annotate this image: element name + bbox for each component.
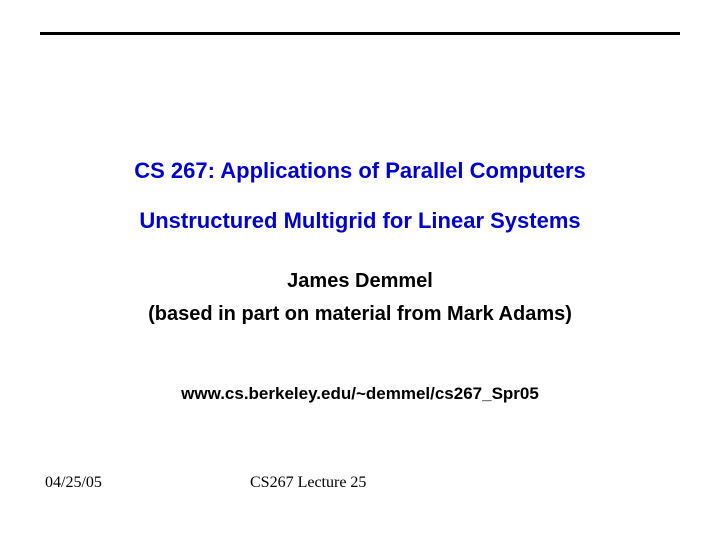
footer-lecture: CS267 Lecture 25 <box>250 474 366 492</box>
title-block: CS 267: Applications of Parallel Compute… <box>0 158 720 235</box>
horizontal-rule <box>40 32 680 35</box>
footer-date: 04/25/05 <box>45 474 102 492</box>
course-title: CS 267: Applications of Parallel Compute… <box>0 158 720 184</box>
course-url: www.cs.berkeley.edu/~demmel/cs267_Spr05 <box>0 384 720 404</box>
author-note: (based in part on material from Mark Ada… <box>0 303 720 326</box>
url-block: www.cs.berkeley.edu/~demmel/cs267_Spr05 <box>0 384 720 404</box>
lecture-title: Unstructured Multigrid for Linear System… <box>0 208 720 234</box>
author-name: James Demmel <box>0 270 720 293</box>
author-block: James Demmel (based in part on material … <box>0 270 720 326</box>
